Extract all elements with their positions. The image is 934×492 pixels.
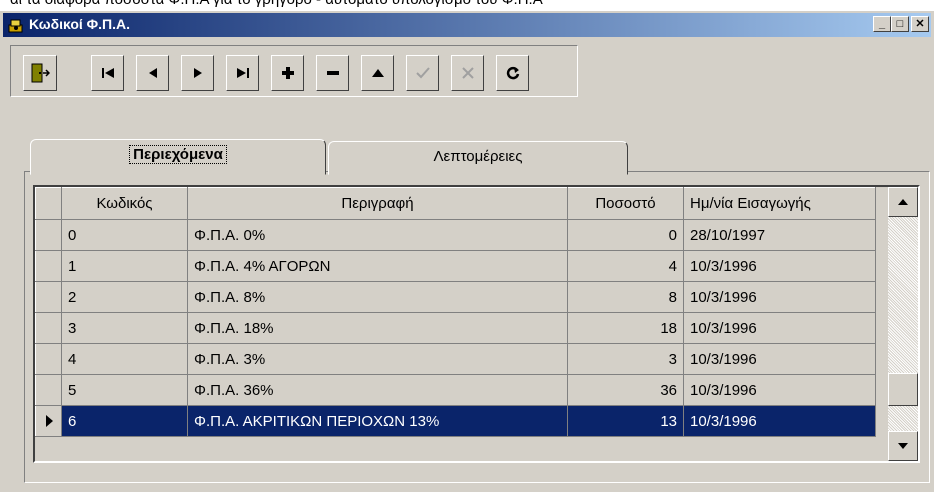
scroll-down-button[interactable] [888, 431, 918, 461]
row-indicator[interactable] [35, 343, 62, 375]
maximize-button[interactable]: □ [891, 16, 909, 32]
next-icon [192, 67, 204, 79]
cell-description[interactable]: Φ.Π.Α. 18% [187, 312, 568, 344]
cell-date[interactable]: 10/3/1996 [683, 281, 876, 313]
vat-codes-window: Κωδικοί Φ.Π.Α. _ □ ✕ Περιεχόμενα Λεπτομέ… [0, 10, 934, 492]
first-icon [101, 67, 115, 79]
plus-icon [281, 67, 294, 79]
column-header-description[interactable]: Περιγραφή [187, 187, 568, 220]
exit-button[interactable] [23, 55, 57, 91]
cell-date[interactable]: 10/3/1996 [683, 250, 876, 282]
cell-rate[interactable]: 3 [567, 343, 684, 375]
last-icon [236, 67, 250, 79]
row-indicator[interactable] [35, 250, 62, 282]
refresh-icon [506, 66, 520, 80]
last-record-button[interactable] [226, 55, 259, 91]
table-row[interactable]: 3 Φ.Π.Α. 18% 18 10/3/1996 [35, 312, 876, 344]
cell-description[interactable]: Φ.Π.Α. 3% [187, 343, 568, 375]
row-indicator[interactable] [35, 312, 62, 344]
scroll-up-button[interactable] [888, 187, 918, 217]
vat-grid: Κωδικός Περιγραφή Ποσοστό Ημ/νία Εισαγωγ… [33, 185, 920, 463]
cell-description[interactable]: Φ.Π.Α. 8% [187, 281, 568, 313]
cell-date[interactable]: 10/3/1996 [683, 405, 876, 437]
indicator-header [35, 187, 62, 220]
table-row[interactable]: 1 Φ.Π.Α. 4% ΑΓΟΡΩΝ 4 10/3/1996 [35, 250, 876, 282]
title-bar[interactable]: Κωδικοί Φ.Π.Α. _ □ ✕ [3, 13, 931, 37]
cell-code[interactable]: 4 [61, 343, 188, 375]
vertical-scrollbar[interactable] [888, 187, 918, 461]
cell-rate[interactable]: 13 [567, 405, 684, 437]
cell-description[interactable]: Φ.Π.Α. 36% [187, 374, 568, 406]
cancel-edit-button [451, 55, 484, 91]
navigator [91, 52, 561, 94]
row-indicator[interactable] [35, 374, 62, 406]
column-header-date[interactable]: Ημ/νία Εισαγωγής [683, 187, 876, 220]
table-row[interactable]: 4 Φ.Π.Α. 3% 3 10/3/1996 [35, 343, 876, 375]
first-record-button[interactable] [91, 55, 124, 91]
column-header-rate[interactable]: Ποσοστό [567, 187, 684, 220]
cell-code[interactable]: 5 [61, 374, 188, 406]
x-icon [461, 67, 474, 79]
cell-rate[interactable]: 36 [567, 374, 684, 406]
edit-record-button[interactable] [361, 55, 394, 91]
delete-record-button[interactable] [316, 55, 349, 91]
scroll-down-arrow-icon [898, 443, 908, 449]
cell-code[interactable]: 1 [61, 250, 188, 282]
cell-rate[interactable]: 0 [567, 219, 684, 251]
scroll-thumb[interactable] [888, 372, 918, 406]
minus-icon [326, 67, 339, 79]
cell-date[interactable]: 10/3/1996 [683, 374, 876, 406]
window-title: Κωδικοί Φ.Π.Α. [29, 16, 131, 32]
tab-details-label: Λεπτομέρειες [433, 148, 523, 165]
check-icon [415, 67, 430, 79]
up-triangle-icon [371, 68, 385, 78]
cell-rate[interactable]: 18 [567, 312, 684, 344]
toolbar-panel [10, 45, 578, 97]
cell-rate[interactable]: 4 [567, 250, 684, 282]
cell-description[interactable]: Φ.Π.Α. 4% ΑΓΟΡΩΝ [187, 250, 568, 282]
cell-code[interactable]: 0 [61, 219, 188, 251]
close-button[interactable]: ✕ [911, 16, 929, 32]
exit-door-icon [31, 63, 50, 83]
table-row[interactable]: 0 Φ.Π.Α. 0% 0 28/10/1997 [35, 219, 876, 251]
cell-description[interactable]: Φ.Π.Α. ΑΚΡΙΤΙΚΩΝ ΠΕΡΙΟΧΩΝ 13% [187, 405, 568, 437]
next-record-button[interactable] [181, 55, 214, 91]
cell-date[interactable]: 28/10/1997 [683, 219, 876, 251]
cell-date[interactable]: 10/3/1996 [683, 343, 876, 375]
row-indicator[interactable] [35, 219, 62, 251]
row-indicator[interactable] [35, 405, 62, 437]
insert-record-button[interactable] [271, 55, 304, 91]
cell-code[interactable]: 2 [61, 281, 188, 313]
tab-contents-label: Περιεχόμενα [129, 145, 227, 164]
scroll-up-arrow-icon [898, 199, 908, 205]
tab-contents[interactable]: Περιεχόμενα [30, 139, 326, 175]
row-indicator[interactable] [35, 281, 62, 313]
background-text: αι τα διάφορα ποσοστά Φ.Π.Α για το γρήγο… [10, 0, 543, 8]
header-row: Κωδικός Περιγραφή Ποσοστό Ημ/νία Εισαγωγ… [35, 187, 876, 220]
tab-details[interactable]: Λεπτομέρειες [328, 141, 628, 175]
grid-table: Κωδικός Περιγραφή Ποσοστό Ημ/νία Εισαγωγ… [35, 187, 876, 437]
cell-date[interactable]: 10/3/1996 [683, 312, 876, 344]
app-icon [8, 19, 23, 33]
cell-rate[interactable]: 8 [567, 281, 684, 313]
table-row[interactable]: 6 Φ.Π.Α. ΑΚΡΙΤΙΚΩΝ ΠΕΡΙΟΧΩΝ 13% 13 10/3/199… [35, 405, 876, 437]
cell-code[interactable]: 6 [61, 405, 188, 437]
cell-description[interactable]: Φ.Π.Α. 0% [187, 219, 568, 251]
minimize-button[interactable]: _ [873, 16, 891, 32]
post-edit-button [406, 55, 439, 91]
table-row[interactable]: 2 Φ.Π.Α. 8% 8 10/3/1996 [35, 281, 876, 313]
table-row[interactable]: 5 Φ.Π.Α. 36% 36 10/3/1996 [35, 374, 876, 406]
prior-record-button[interactable] [136, 55, 169, 91]
current-row-arrow-icon [45, 415, 53, 427]
prior-icon [147, 67, 159, 79]
cell-code[interactable]: 3 [61, 312, 188, 344]
refresh-data-button[interactable] [496, 55, 529, 91]
column-header-code[interactable]: Κωδικός [61, 187, 188, 220]
